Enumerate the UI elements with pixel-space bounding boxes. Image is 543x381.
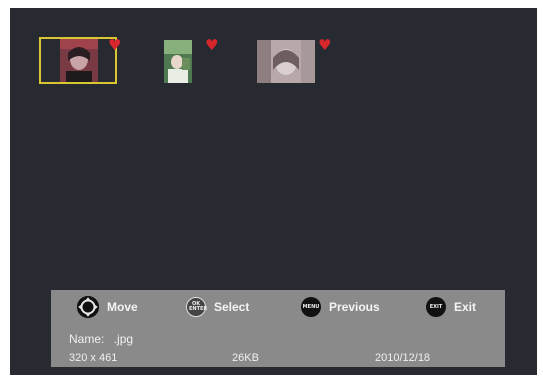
favorite-heart-icon-1: ♥ [108,36,122,54]
ok-enter-icon: OK ENTER [186,297,207,317]
move-label: Move [107,300,138,314]
previous-hint: MENU Previous [301,296,380,318]
photo-browser-screen: ♥ ♥ ♥ Move OK ENTER Select MENU Previous… [10,8,537,375]
file-dimensions: 320 x 461 [69,352,118,364]
photo-thumbnail-3-image [257,40,315,83]
move-hint: Move [77,296,138,318]
exit-icon: EXIT [426,297,446,317]
photo-thumbnail-1[interactable] [60,39,98,82]
menu-icon: MENU [301,297,321,317]
file-name-value: .jpg [113,332,134,346]
control-info-panel: Move OK ENTER Select MENU Previous EXIT E… [51,290,505,367]
photo-thumbnail-2[interactable] [164,40,192,83]
photo-thumbnail-2-image [164,40,192,83]
previous-label: Previous [329,300,380,314]
file-date: 2010/12/18 [375,352,431,364]
dpad-icon [77,296,99,318]
exit-hint: EXIT Exit [426,296,476,318]
exit-label: Exit [454,300,477,314]
select-label: Select [214,300,250,314]
photo-thumbnail-3[interactable] [257,40,315,83]
file-name-row: Name: .jpg [69,332,133,346]
select-hint: OK ENTER Select [186,296,249,318]
photo-thumbnail-1-image [60,39,98,82]
favorite-heart-icon-3: ♥ [318,36,332,54]
file-name-label: Name: [69,332,105,346]
favorite-heart-icon-2: ♥ [205,36,219,54]
file-size: 26KB [232,352,259,364]
